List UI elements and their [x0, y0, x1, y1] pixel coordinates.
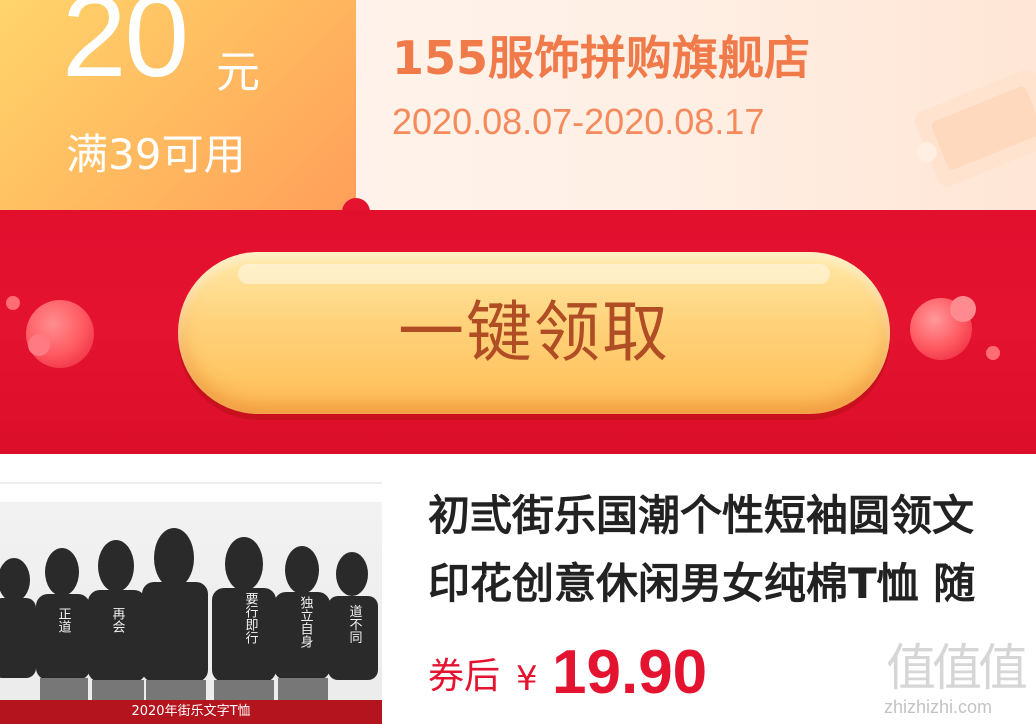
shirt-print-text: 正道 — [56, 607, 72, 633]
shirt-print-text: 再会 — [110, 607, 126, 633]
product-title-line-2[interactable]: 印花创意休闲男女纯棉T恤 随 — [428, 556, 975, 612]
shirt-print-text: 独立自身 — [298, 596, 314, 649]
bubble-decoration — [950, 296, 976, 322]
button-sheen — [238, 264, 830, 284]
bubble-decoration — [986, 346, 1000, 360]
shop-name[interactable]: 155服饰拼购旗舰店 — [392, 30, 810, 86]
watermark-url: zhizhizhi.com — [884, 697, 993, 717]
coupon-validity: 2020.08.07-2020.08.17 — [392, 101, 765, 142]
bubble-decoration — [6, 296, 20, 310]
shirt-print-text: 要行即行 — [243, 592, 259, 645]
divider — [0, 482, 382, 484]
thumbnail-caption: 2020年街乐文字T恤 — [0, 700, 382, 724]
coupon-card: 20 元 满39可用 155服饰拼购旗舰店 2020.08.07-2020.08… — [0, 0, 1036, 210]
coupon-value-panel: 20 元 满39可用 — [0, 0, 356, 210]
claim-button-label: 一键领取 — [398, 294, 670, 371]
price-after-coupon-label: 券后 — [428, 656, 501, 697]
product-item[interactable]: 正道 再会 要行即行 独立自身 道不同 2020年街乐文字T恤 初弎街乐国潮个性短袖圆领… — [0, 454, 1036, 724]
product-price: 19.90 — [552, 638, 708, 707]
bubble-decoration — [28, 334, 50, 356]
product-thumbnail[interactable]: 正道 再会 要行即行 独立自身 道不同 2020年街乐文字T恤 — [0, 502, 382, 724]
claim-banner: 一键领取 — [0, 210, 1036, 454]
coupon-unit: 元 — [216, 47, 260, 98]
shirt-print-text: 道不同 — [347, 605, 363, 644]
watermark-logo: 值值值 — [886, 639, 1028, 697]
product-title-line-1[interactable]: 初弎街乐国潮个性短袖圆领文 — [428, 488, 974, 544]
product-photo: 正道 再会 要行即行 独立自身 道不同 — [0, 528, 378, 700]
coupon-condition: 满39可用 — [66, 130, 246, 179]
ticket-decoration-icon — [914, 69, 1036, 187]
one-click-claim-button[interactable]: 一键领取 — [178, 252, 890, 414]
coupon-amount: 20 — [62, 0, 189, 101]
currency-symbol: ¥ — [516, 659, 538, 699]
